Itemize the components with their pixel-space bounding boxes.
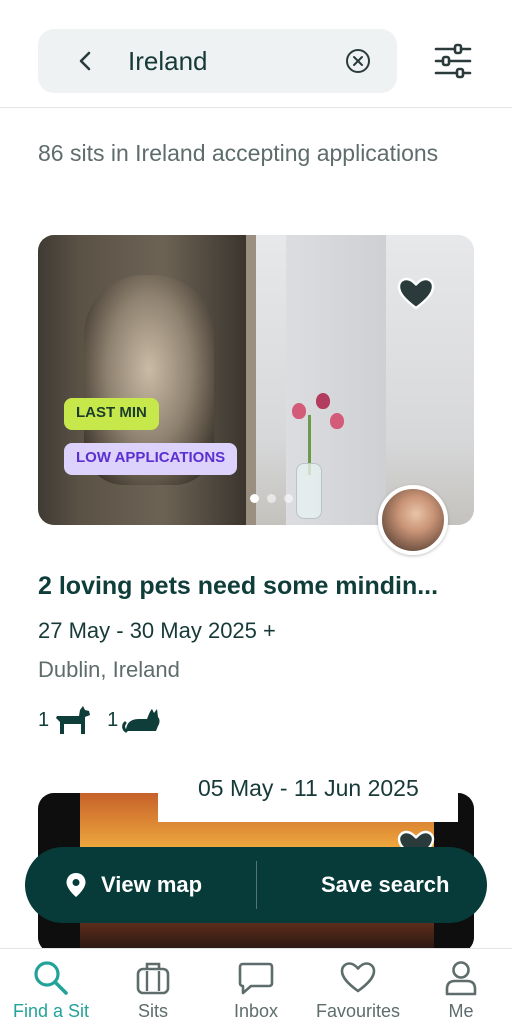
results-summary: 86 sits in Ireland accepting application… — [38, 140, 439, 166]
save-search-button[interactable]: Save search — [321, 847, 449, 923]
last-min-badge: LAST MIN — [64, 398, 159, 430]
tab-sits[interactable]: Sits — [102, 949, 204, 1024]
view-map-label: View map — [101, 872, 203, 897]
user-icon — [445, 961, 477, 996]
listing-dates: 05 May - 11 Jun 2025 — [198, 775, 419, 801]
low-applications-badge: LOW APPLICATIONS — [64, 443, 238, 475]
listing-title[interactable]: 2 loving pets need some mindin... — [38, 572, 478, 601]
cat-count: 1 — [107, 708, 119, 731]
listing-location: Dublin, Ireland — [38, 657, 180, 682]
listing-dates: 27 May - 30 May 2025 + — [38, 618, 276, 643]
search-icon — [34, 961, 68, 995]
tab-label: Find a Sit — [12, 1001, 90, 1021]
photo-flower — [292, 403, 306, 419]
carousel-dot[interactable] — [284, 494, 293, 503]
search-query[interactable]: Ireland — [128, 43, 208, 79]
tab-label: Favourites — [315, 1001, 401, 1021]
dog-count: 1 — [38, 708, 50, 731]
heart-icon — [340, 962, 376, 993]
chat-icon — [238, 962, 274, 995]
tab-label: Me — [448, 1001, 474, 1021]
suitcase-icon — [136, 962, 170, 995]
map-save-bar: View map Save search — [25, 847, 487, 923]
photo-flower — [330, 413, 344, 429]
tab-find-a-sit[interactable]: Find a Sit — [0, 949, 102, 1024]
avatar[interactable] — [378, 485, 448, 555]
bottom-tab-bar: Find a Sit Sits Inbox Favourites Me — [0, 948, 512, 1024]
tab-favourites[interactable]: Favourites — [307, 949, 409, 1024]
top-bar: Ireland — [0, 0, 512, 108]
search-field[interactable]: Ireland — [38, 29, 397, 93]
heart-icon[interactable] — [396, 274, 436, 314]
photo-flower — [316, 393, 330, 409]
sliders-icon[interactable] — [432, 40, 474, 82]
carousel-dots[interactable] — [250, 494, 293, 504]
divider — [256, 861, 257, 909]
dog-icon — [56, 706, 91, 734]
photo-vase — [296, 463, 322, 519]
map-pin-icon — [66, 873, 86, 897]
cat-icon — [122, 709, 160, 733]
pet-summary: 1 1 — [38, 704, 162, 736]
tab-label: Sits — [137, 1001, 168, 1021]
carousel-dot[interactable] — [250, 494, 259, 503]
view-map-button[interactable]: View map — [65, 847, 202, 923]
tab-me[interactable]: Me — [410, 949, 512, 1024]
clear-circle-icon[interactable] — [345, 48, 371, 74]
tab-inbox[interactable]: Inbox — [205, 949, 307, 1024]
chevron-left-icon[interactable] — [72, 47, 100, 75]
carousel-dot[interactable] — [267, 494, 276, 503]
tab-label: Inbox — [233, 1001, 279, 1021]
photo-frame — [246, 235, 256, 525]
